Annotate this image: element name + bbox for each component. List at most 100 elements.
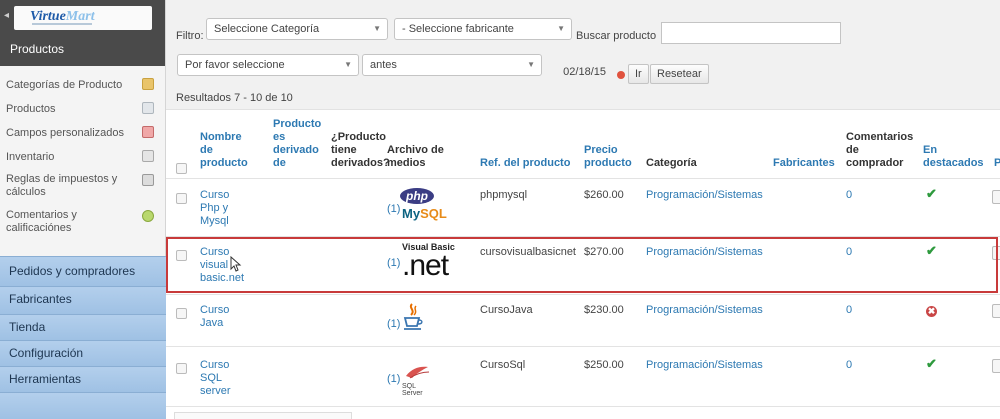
product-name-line: Curso (200, 304, 230, 316)
product-name-line: Curso (200, 359, 230, 371)
nav-configuracion[interactable]: Configuración (0, 340, 166, 366)
select-all-checkbox[interactable] (176, 163, 187, 174)
java-cup-icon[interactable] (402, 302, 424, 334)
media-count[interactable]: (1) (387, 203, 400, 216)
sidebar-item-inventario[interactable]: Inventario (0, 145, 166, 169)
date-field[interactable]: 02/18/15 (548, 62, 612, 84)
col-has-derived: ¿Producto tiene derivados? (331, 131, 390, 170)
logo-tagline (32, 23, 92, 25)
col-derived-from[interactable]: Producto es derivado de (273, 118, 321, 170)
product-name-link[interactable]: Curso SQL server (200, 359, 231, 398)
category-link[interactable]: Programación/Sistemas (646, 359, 763, 372)
col-sku[interactable]: Ref. del producto (480, 157, 570, 170)
row-checkbox[interactable] (176, 308, 187, 319)
mysql-logo-my: My (402, 206, 421, 221)
row-toggle-partial[interactable] (992, 304, 1000, 318)
product-name-line: Curso (200, 189, 230, 201)
not-featured-icon[interactable]: ✖ (926, 305, 937, 317)
pagination-bar[interactable] (174, 412, 352, 419)
filter-label: Filtro: (176, 30, 204, 42)
row-toggle-partial[interactable] (992, 190, 1000, 204)
product-name-line: server (200, 385, 231, 397)
search-input[interactable] (661, 22, 841, 44)
reviews-count[interactable]: 0 (846, 189, 852, 202)
product-name-line: Php y (200, 202, 229, 214)
page-icon (142, 102, 154, 114)
row-checkbox[interactable] (176, 363, 187, 374)
col-reviews: Comentarios de comprador (846, 131, 913, 170)
col-has-derived-line: tiene (331, 144, 357, 156)
media-count[interactable]: (1) (387, 373, 400, 386)
sidebar-item-label: Reglas de impuestos y cálculos (6, 173, 118, 198)
sidebar-item-productos[interactable]: Productos (0, 97, 166, 121)
featured-check-icon[interactable]: ✔ (926, 357, 937, 370)
date-condition-value: antes (370, 59, 397, 71)
product-name-line: Mysql (200, 215, 229, 227)
category-select[interactable]: Seleccione Categoría ▼ (206, 18, 388, 40)
sidebar-item-label: Campos personalizados (6, 127, 125, 139)
product-name-link[interactable]: Curso Php y Mysql (200, 189, 229, 228)
media-count[interactable]: (1) (387, 318, 400, 331)
sidebar-item-comentarios[interactable]: Comentarios y calificaciónes (0, 205, 166, 241)
nav-blank (0, 392, 166, 419)
category-link[interactable]: Programación/Sistemas (646, 304, 763, 317)
manufacturer-select[interactable]: - Seleccione fabricante ▼ (394, 18, 572, 40)
row-toggle-partial[interactable] (992, 359, 1000, 373)
category-link[interactable]: Programación/Sistemas (646, 189, 763, 202)
col-featured-line: destacados (923, 157, 984, 169)
sku-value: CursoJava (480, 304, 533, 316)
sidebar: ◂ VirtueMart Productos Categorías de Pro… (0, 0, 166, 419)
filter-bar: Filtro: Seleccione Categoría ▼ - Selecci… (166, 0, 1000, 110)
col-price-line: Precio (584, 144, 618, 156)
row-checkbox[interactable] (176, 193, 187, 204)
results-count: Resultados 7 - 10 de 10 (176, 92, 293, 104)
row-divider (166, 406, 1000, 407)
reviews-count[interactable]: 0 (846, 304, 852, 317)
product-name-link[interactable]: Curso Java (200, 304, 229, 330)
php-mysql-thumbnail[interactable]: php MySQL (400, 186, 452, 226)
nav-fabricantes[interactable]: Fabricantes (0, 286, 166, 314)
col-media: Archivo de medios (387, 144, 444, 170)
col-derived-line: de (273, 157, 286, 169)
go-button[interactable]: Ir (628, 64, 649, 84)
reviews-count[interactable]: 0 (846, 359, 852, 372)
main-content: Filtro: Seleccione Categoría ▼ - Selecci… (166, 0, 1000, 419)
manufacturer-select-value: - Seleccione fabricante (402, 23, 514, 35)
sidebar-item-categorias[interactable]: Categorías de Producto (0, 73, 166, 97)
featured-check-icon[interactable]: ✔ (926, 187, 937, 200)
sidebar-item-impuestos[interactable]: Reglas de impuestos y cálculos (0, 169, 166, 205)
comment-icon (142, 210, 154, 222)
col-name[interactable]: Nombre de producto (200, 131, 248, 170)
chevron-down-icon: ▼ (557, 24, 565, 33)
col-name-line: producto (200, 157, 248, 169)
collapse-arrow-icon[interactable]: ◂ (4, 10, 10, 22)
logo-text-virtue: Virtue (30, 9, 66, 24)
virtuemart-logo[interactable]: VirtueMart (14, 6, 152, 30)
sql-server-thumbnail[interactable]: SQL Server (402, 364, 438, 397)
col-reviews-line: Comentarios (846, 131, 914, 143)
col-price[interactable]: Precio producto (584, 144, 632, 170)
sidebar-item-label: Productos (6, 103, 56, 115)
col-manufacturers[interactable]: Fabricantes (773, 157, 835, 170)
date-condition-select[interactable]: antes ▼ (362, 54, 542, 76)
nav-pedidos[interactable]: Pedidos y compradores (0, 256, 166, 286)
chevron-down-icon: ▼ (344, 60, 352, 69)
sidebar-item-label: Categorías de Producto (6, 79, 123, 91)
sidebar-header: ◂ VirtueMart Productos (0, 0, 165, 66)
clear-date-icon[interactable] (617, 71, 625, 79)
sql-server-logo-icon (406, 366, 430, 379)
reset-button[interactable]: Resetear (650, 64, 709, 84)
chevron-down-icon: ▼ (527, 60, 535, 69)
col-media-line: Archivo de (387, 144, 444, 156)
logo-text-mart: Mart (65, 9, 95, 24)
product-name-line: Java (200, 317, 224, 329)
not-featured-glyph: ✖ (926, 306, 937, 317)
sku-value: CursoSql (480, 359, 526, 371)
nav-herramientas[interactable]: Herramientas (0, 366, 166, 392)
col-featured[interactable]: En destacados (923, 144, 984, 170)
product-option-select[interactable]: Por favor seleccione ▼ (177, 54, 359, 76)
nav-tienda[interactable]: Tienda (0, 314, 166, 340)
row-divider (166, 178, 1000, 179)
sidebar-item-label: Inventario (6, 151, 55, 163)
sidebar-item-campos[interactable]: Campos personalizados (0, 121, 166, 145)
